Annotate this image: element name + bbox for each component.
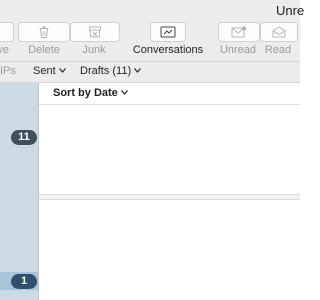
sort-by-date[interactable]: Sort by Date bbox=[53, 87, 128, 99]
favorite-sent[interactable]: Sent bbox=[33, 65, 66, 77]
delete-button[interactable] bbox=[18, 22, 70, 42]
conversations-label: Conversations bbox=[132, 44, 204, 56]
chevron-down-icon bbox=[134, 67, 142, 73]
reading-pane bbox=[39, 200, 300, 300]
favorites-bar: IPs Sent Drafts (11) bbox=[0, 62, 300, 83]
sort-label: Sort by Date bbox=[53, 87, 118, 99]
unread-count-badge: 11 bbox=[11, 130, 37, 145]
mailbox-sidebar[interactable] bbox=[0, 83, 39, 300]
favorite-vips[interactable]: IPs bbox=[0, 65, 16, 77]
toolbar: Unre ve Delete Junk Conversations bbox=[0, 0, 304, 62]
unread-count-badge: 1 bbox=[11, 274, 37, 289]
junk-icon bbox=[89, 26, 101, 38]
favorite-sent-label: Sent bbox=[33, 65, 56, 77]
move-button[interactable] bbox=[0, 22, 14, 42]
trash-icon bbox=[39, 26, 49, 38]
read-label: Read bbox=[264, 44, 292, 56]
conversations-icon bbox=[160, 26, 176, 38]
unread-button[interactable] bbox=[218, 22, 260, 42]
conversations-button[interactable] bbox=[150, 22, 186, 42]
favorite-drafts-label: Drafts (11) bbox=[80, 65, 132, 77]
favorite-drafts[interactable]: Drafts (11) bbox=[80, 65, 142, 77]
envelope-unread-icon bbox=[231, 26, 247, 38]
chevron-down-icon bbox=[120, 89, 128, 95]
unread-label: Unread bbox=[219, 44, 257, 56]
sort-header[interactable]: Sort by Date bbox=[39, 83, 300, 105]
move-label: ve bbox=[0, 44, 9, 56]
envelope-open-icon bbox=[272, 26, 286, 38]
read-button[interactable] bbox=[260, 22, 298, 42]
chevron-down-icon bbox=[58, 67, 66, 73]
window-title: Unre bbox=[276, 3, 305, 18]
delete-label: Delete bbox=[28, 44, 60, 56]
junk-button[interactable] bbox=[70, 22, 120, 42]
junk-label: Junk bbox=[82, 44, 106, 56]
